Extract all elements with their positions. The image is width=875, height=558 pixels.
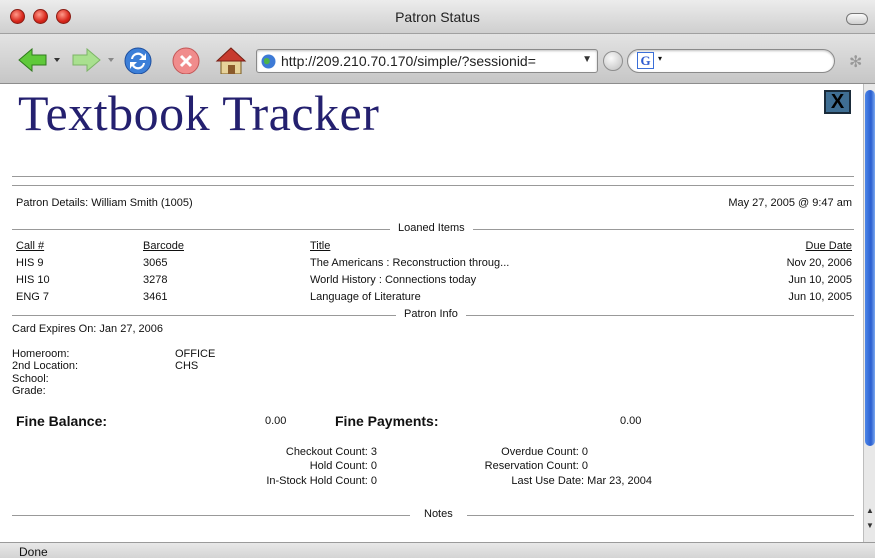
address-bar[interactable]: http://209.210.70.170/simple/?sessionid=… bbox=[256, 49, 598, 73]
section-notes: Notes bbox=[410, 508, 467, 520]
instock-hold-count: In-Stock Hold Count: 0 bbox=[266, 475, 377, 487]
page-content: Textbook Tracker X Patron Details: Willi… bbox=[0, 84, 863, 542]
browser-toolbar: http://209.210.70.170/simple/?sessionid=… bbox=[0, 34, 875, 84]
fine-payments-value: 0.00 bbox=[620, 415, 642, 427]
due-date: Jun 10, 2005 bbox=[788, 274, 852, 286]
forward-icon[interactable] bbox=[70, 46, 116, 74]
card-expiration: Card Expires On: Jan 27, 2006 bbox=[12, 323, 164, 335]
history-dropdown-icon[interactable]: ▼ bbox=[582, 54, 592, 65]
patron-details: Patron Details: William Smith (1005) bbox=[16, 197, 193, 209]
toolbar-toggle-button[interactable] bbox=[846, 13, 868, 25]
due-date: Nov 20, 2006 bbox=[786, 257, 852, 269]
school-label: School: bbox=[12, 373, 49, 385]
search-engine-dropdown-icon[interactable]: ▾ bbox=[658, 54, 662, 63]
call-number: ENG 7 bbox=[16, 291, 50, 303]
url-text: http://209.210.70.170/simple/?sessionid= bbox=[281, 53, 536, 69]
call-number: HIS 10 bbox=[16, 274, 50, 286]
checkout-count: Checkout Count: 3 bbox=[285, 446, 377, 458]
scroll-down-icon[interactable]: ▼ bbox=[866, 521, 874, 530]
window-title: Patron Status bbox=[395, 9, 480, 25]
back-icon[interactable] bbox=[16, 46, 62, 74]
stop-icon[interactable] bbox=[171, 46, 201, 74]
google-icon[interactable]: G bbox=[637, 52, 654, 69]
divider bbox=[12, 185, 854, 186]
close-page-button[interactable]: X bbox=[824, 90, 851, 114]
title: Language of Literature bbox=[310, 291, 421, 303]
globe-icon bbox=[261, 54, 276, 69]
fine-balance-value: 0.00 bbox=[265, 415, 287, 427]
timestamp: May 27, 2005 @ 9:47 am bbox=[728, 197, 852, 209]
window-titlebar: Patron Status bbox=[0, 0, 875, 34]
last-use-date: Last Use Date: Mar 23, 2004 bbox=[511, 475, 652, 487]
barcode: 3065 bbox=[143, 257, 168, 269]
header-call-number[interactable]: Call # bbox=[16, 240, 44, 252]
due-date: Jun 10, 2005 bbox=[788, 291, 852, 303]
go-button[interactable] bbox=[603, 51, 623, 71]
scroll-up-icon[interactable]: ▲ bbox=[866, 506, 874, 515]
second-location-value: CHS bbox=[175, 360, 199, 372]
activity-spinner-icon: ✻ bbox=[849, 54, 863, 71]
textbook-tracker-logo: Textbook Tracker bbox=[18, 85, 380, 141]
vertical-scrollbar[interactable]: ▲ ▼ bbox=[863, 84, 875, 542]
reload-icon[interactable] bbox=[123, 46, 153, 74]
header-barcode[interactable]: Barcode bbox=[143, 240, 184, 252]
barcode: 3278 bbox=[143, 274, 168, 286]
homeroom-label: Homeroom: bbox=[12, 348, 70, 360]
call-number: HIS 9 bbox=[16, 257, 44, 269]
barcode: 3461 bbox=[143, 291, 168, 303]
home-icon[interactable] bbox=[215, 46, 247, 74]
title: World History : Connections today bbox=[310, 274, 477, 286]
header-title[interactable]: Title bbox=[310, 240, 330, 252]
overdue-count: Overdue Count: 0 bbox=[501, 446, 588, 458]
search-field[interactable]: G ▾ bbox=[627, 49, 835, 73]
fine-payments-label: Fine Payments: bbox=[335, 413, 439, 429]
status-bar: Done bbox=[0, 542, 875, 558]
section-loaned-items: Loaned Items bbox=[390, 222, 473, 234]
scrollbar-thumb[interactable] bbox=[865, 90, 875, 446]
fine-balance-label: Fine Balance: bbox=[16, 413, 108, 429]
hold-count: Hold Count: 0 bbox=[309, 460, 377, 472]
homeroom-value: OFFICE bbox=[175, 348, 216, 360]
divider bbox=[12, 176, 854, 177]
second-location-label: 2nd Location: bbox=[12, 360, 79, 372]
status-text: Done bbox=[19, 545, 48, 558]
section-patron-info: Patron Info bbox=[396, 308, 466, 320]
title: The Americans : Reconstruction throug... bbox=[310, 257, 510, 269]
grade-label: Grade: bbox=[12, 385, 46, 397]
reservation-count: Reservation Count: 0 bbox=[484, 460, 588, 472]
header-due-date[interactable]: Due Date bbox=[806, 240, 852, 252]
